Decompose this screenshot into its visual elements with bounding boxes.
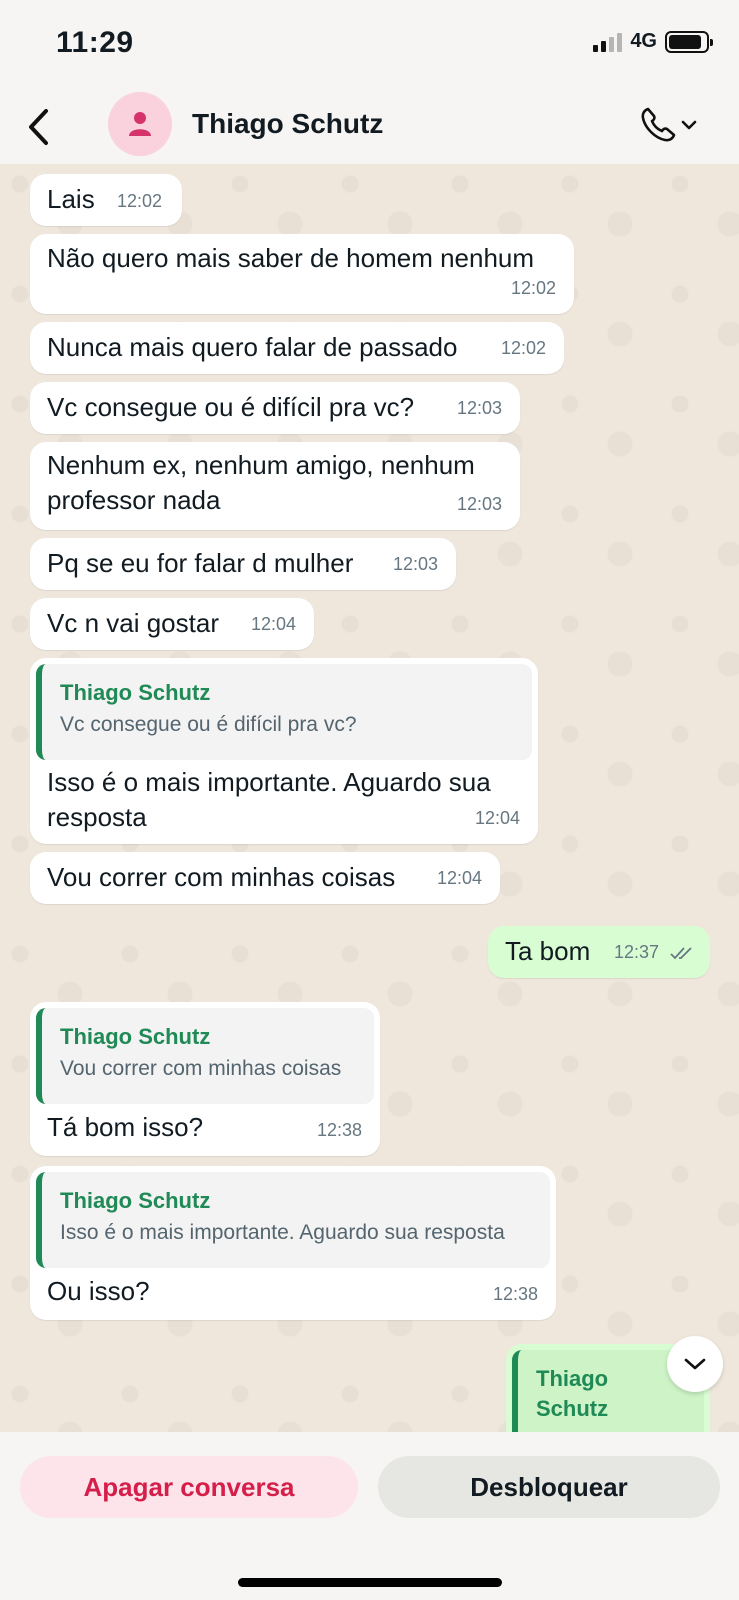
chat-header: Thiago Schutz: [0, 90, 739, 164]
status-bar: 11:29 4G: [0, 0, 739, 90]
message-text: Isso é o mais importante. Aguardo sua re…: [47, 767, 491, 832]
message-text: Vou correr com minhas coisas: [47, 862, 396, 892]
message-text: Ou isso?: [47, 1276, 150, 1306]
contact-name[interactable]: Thiago Schutz: [192, 108, 383, 140]
back-button[interactable]: [18, 102, 58, 152]
status-icons: 4G: [593, 30, 713, 53]
message-bubble[interactable]: Nenhum ex, nenhum amigo, nenhum professo…: [30, 442, 520, 530]
message-time: 12:03: [456, 494, 502, 514]
double-check-icon: [670, 947, 692, 960]
message-text: Nenhum ex, nenhum amigo, nenhum professo…: [47, 450, 475, 515]
outgoing-message-bubble[interactable]: Ta bom 12:37: [488, 926, 710, 978]
message-time: 12:02: [116, 191, 162, 211]
message-bubble[interactable]: Nunca mais quero falar de passado 12:02: [30, 322, 564, 374]
quote-author: Thiago Schutz: [60, 1188, 211, 1213]
battery-icon: [665, 30, 713, 53]
blocked-actions-bar: Apagar conversa Desbloquear: [0, 1432, 739, 1600]
message-bubble[interactable]: Não quero mais saber de homem nenhum 12:…: [30, 234, 574, 314]
unblock-button[interactable]: Desbloquear: [378, 1456, 720, 1518]
message-text: Vc n vai gostar: [47, 608, 219, 638]
message-bubble[interactable]: Pq se eu for falar d mulher 12:03: [30, 538, 456, 590]
quoted-message[interactable]: Thiago Schutz Vou correr com minhas cois…: [36, 1008, 374, 1104]
quote-author: Thiago Schutz: [60, 680, 211, 705]
message-time: 12:04: [436, 868, 482, 888]
status-time: 11:29: [56, 26, 134, 59]
message-text: Nunca mais quero falar de passado: [47, 332, 458, 362]
message-text: Tá bom isso?: [47, 1112, 204, 1142]
call-button[interactable]: [633, 100, 703, 150]
scroll-to-bottom-button[interactable]: [667, 1336, 723, 1392]
quoted-message[interactable]: Thiago Schutz Vc consegue ou é difícil p…: [36, 664, 532, 760]
chat-area[interactable]: Lais 12:02 Não quero mais saber de homem…: [0, 164, 739, 1432]
message-time-text: 12:37: [613, 942, 659, 962]
message-text: Ta bom: [505, 936, 591, 966]
message-bubble[interactable]: Vou correr com minhas coisas 12:04: [30, 852, 500, 904]
quote-author: Thiago Schutz: [536, 1366, 609, 1421]
message-text: Pq se eu for falar d mulher: [47, 548, 354, 578]
quote-text: Isso é o mais importante. Aguardo sua re…: [60, 1221, 505, 1244]
network-type: 4G: [630, 30, 657, 52]
message-text: Não quero mais saber de homem nenhum: [47, 243, 535, 273]
message-time: 12:02: [500, 338, 546, 358]
message-time: 12:03: [456, 398, 502, 418]
message-time: 12:38: [492, 1284, 538, 1304]
message-time: 12:02: [510, 278, 556, 298]
person-icon: [129, 112, 151, 136]
message-time: 12:38: [316, 1120, 362, 1140]
reply-message-bubble[interactable]: Thiago Schutz Isso é o mais importante. …: [30, 1166, 556, 1320]
message-time: 12:04: [474, 808, 520, 828]
back-chevron-icon: [29, 109, 48, 145]
reply-message-bubble[interactable]: Thiago Schutz Vc consegue ou é difícil p…: [30, 658, 538, 844]
home-indicator[interactable]: [238, 1578, 502, 1587]
message-time: 12:04: [250, 614, 296, 634]
chevron-down-icon: [681, 120, 697, 130]
signal-icon: [593, 32, 623, 52]
message-text: Vc consegue ou é difícil pra vc?: [47, 392, 415, 422]
phone-icon: [641, 107, 676, 142]
message-bubble[interactable]: Vc n vai gostar 12:04: [30, 598, 314, 650]
delete-chat-button[interactable]: Apagar conversa: [20, 1456, 358, 1518]
message-text: Lais: [47, 184, 95, 214]
quoted-message[interactable]: Thiago Schutz Isso é o mais importante. …: [36, 1172, 550, 1268]
message-time: 12:03: [392, 554, 438, 574]
message-bubble[interactable]: Lais 12:02: [30, 174, 182, 226]
avatar[interactable]: [108, 92, 172, 156]
chevron-down-icon: [684, 1358, 706, 1370]
message-bubble[interactable]: Vc consegue ou é difícil pra vc? 12:03: [30, 382, 520, 434]
quote-text: Vc consegue ou é difícil pra vc?: [60, 713, 357, 736]
reply-message-bubble[interactable]: Thiago Schutz Vou correr com minhas cois…: [30, 1002, 380, 1156]
quote-text: Vou correr com minhas coisas: [60, 1057, 342, 1080]
message-time: 12:37: [614, 935, 696, 970]
quote-author: Thiago Schutz: [60, 1024, 211, 1049]
